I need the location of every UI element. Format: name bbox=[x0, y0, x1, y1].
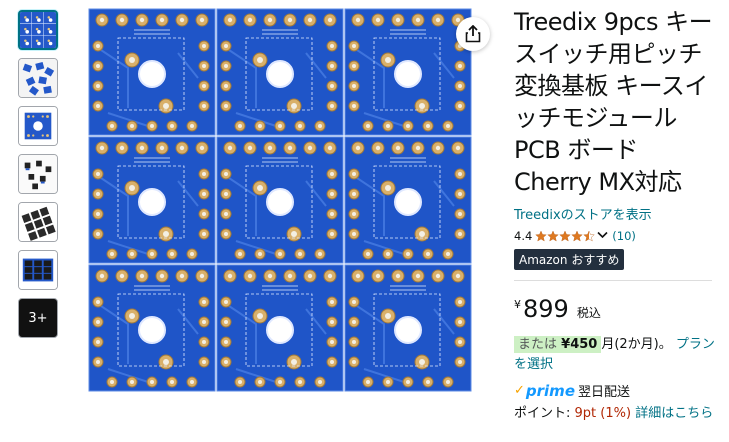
thumbnail-strip: 3+ bbox=[18, 10, 58, 346]
thumbnail-more[interactable]: 3+ bbox=[18, 298, 58, 338]
star-full-icon bbox=[571, 230, 584, 242]
star-full-icon bbox=[547, 230, 560, 242]
star-full-icon bbox=[559, 230, 572, 242]
rating-value: 4.4 bbox=[514, 229, 533, 243]
thumbnail-4[interactable] bbox=[18, 154, 58, 194]
amazon-choice-badge: Amazon おすすめ bbox=[514, 249, 625, 270]
thumbnail-6[interactable] bbox=[18, 250, 58, 290]
points-details-link[interactable]: 詳細はこちら bbox=[635, 406, 713, 421]
installment-offer: または ¥450 月(2か月)。 プランを選択 bbox=[514, 335, 719, 375]
price-row: ¥ 899 税込 bbox=[514, 295, 719, 323]
chevron-down-icon[interactable] bbox=[597, 231, 608, 242]
product-title: Treedix 9pcs キースイッチ用ピッチ変換基板 キースイッチモジュール … bbox=[514, 8, 713, 196]
share-button[interactable] bbox=[456, 17, 490, 51]
installment-badge: または ¥450 bbox=[514, 336, 602, 353]
points-row: ポイント: 9pt (1%) 詳細はこちら bbox=[514, 404, 719, 424]
thumbnail-2[interactable] bbox=[18, 58, 58, 98]
share-icon bbox=[465, 25, 481, 43]
pcb-boards-image bbox=[88, 8, 473, 442]
installment-prefix: または bbox=[518, 337, 558, 352]
prime-delivery: ✓ prime 翌日配送 bbox=[514, 381, 719, 401]
price-amount: 899 bbox=[523, 295, 569, 323]
more-images-label: 3+ bbox=[28, 310, 48, 326]
prime-logo: prime bbox=[525, 381, 575, 400]
points-label: ポイント: bbox=[514, 406, 571, 421]
tax-label: 税込 bbox=[576, 306, 601, 320]
points-percent: (1%) bbox=[600, 406, 632, 421]
thumbnail-1[interactable] bbox=[18, 10, 58, 50]
installment-amount: ¥450 bbox=[561, 337, 598, 352]
points-value: 9pt bbox=[574, 406, 597, 421]
rating-row: 4.4 (10) bbox=[514, 229, 719, 243]
store-link[interactable]: Treedixのストアを表示 bbox=[514, 204, 719, 223]
star-rating[interactable] bbox=[535, 230, 596, 242]
product-info: Treedix 9pcs キースイッチ用ピッチ変換基板 キースイッチモジュール … bbox=[514, 6, 719, 424]
divider bbox=[514, 280, 712, 281]
thumbnail-3[interactable] bbox=[18, 106, 58, 146]
delivery-text: 翌日配送 bbox=[578, 385, 631, 400]
star-full-icon bbox=[535, 230, 548, 242]
price-currency: ¥ bbox=[514, 298, 521, 311]
review-count-link[interactable]: (10) bbox=[612, 229, 636, 243]
star-half-icon bbox=[583, 230, 596, 242]
main-product-image[interactable] bbox=[88, 8, 473, 442]
prime-check-icon: ✓ bbox=[514, 383, 525, 398]
installment-suffix: 月(2か月)。 bbox=[601, 337, 672, 352]
thumbnail-5[interactable] bbox=[18, 202, 58, 242]
